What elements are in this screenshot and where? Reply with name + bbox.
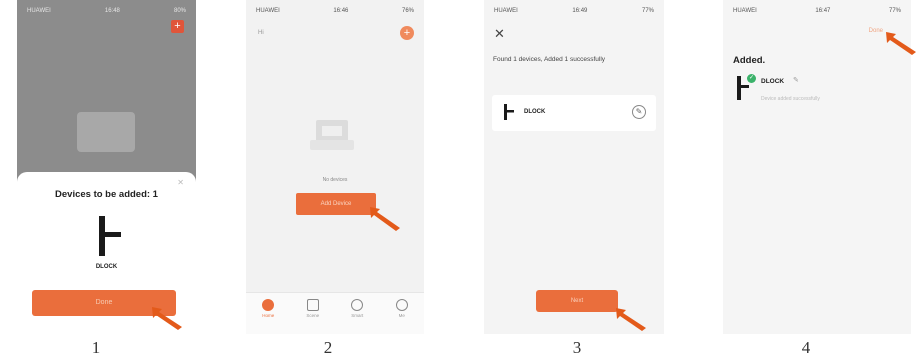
add-device-button[interactable]: Add Device <box>296 193 376 215</box>
clock-label: 16:46 <box>333 8 349 14</box>
scene-icon <box>306 299 319 311</box>
found-devices-message: Found 1 devices, Added 1 successfully <box>493 56 606 63</box>
tab-scene[interactable]: Scene <box>298 299 328 318</box>
close-icon[interactable]: ✕ <box>494 26 505 42</box>
next-button[interactable]: Next <box>536 290 618 312</box>
empty-state-text: No devices <box>322 177 348 183</box>
tab-me[interactable]: Me <box>387 299 417 318</box>
tab-smart[interactable]: Smart <box>342 299 372 318</box>
carrier-label: HUAWEI <box>256 8 280 14</box>
close-icon[interactable]: ✕ <box>177 178 184 187</box>
carrier-label: HUAWEI <box>494 8 518 14</box>
clock-label: 16:49 <box>572 8 588 14</box>
add-device-icon[interactable]: + <box>171 20 184 33</box>
home-title: Hi <box>258 30 264 36</box>
device-status-text: Device added successfully <box>761 96 820 102</box>
battery-label: 80% <box>173 8 186 14</box>
pointer-arrow-icon <box>370 207 400 231</box>
done-link[interactable]: Done <box>869 28 883 34</box>
screen-step-1: HUAWEI 16:48 80% + ✕ Devices to be added… <box>17 0 196 334</box>
clock-label: 16:48 <box>104 8 120 14</box>
tab-home[interactable]: Home <box>253 299 283 318</box>
tab-label: Me <box>398 313 405 318</box>
home-icon <box>262 299 275 311</box>
tab-label: Home <box>262 313 275 318</box>
device-row[interactable]: DLOCK ✎ <box>492 95 656 131</box>
carrier-label: HUAWEI <box>733 8 757 14</box>
status-bar: HUAWEI 16:46 76% <box>246 0 424 22</box>
carrier-label: HUAWEI <box>27 8 51 14</box>
device-name: DLOCK <box>524 109 546 115</box>
profile-icon <box>395 299 408 311</box>
tab-label: Scene <box>306 313 320 318</box>
clock-label: 16:47 <box>815 8 831 14</box>
smart-icon <box>351 299 364 311</box>
bottom-tab-bar: Home Scene Smart Me <box>246 292 424 334</box>
step-number: 2 <box>323 338 333 357</box>
door-lock-icon <box>99 216 121 256</box>
pointer-arrow-icon <box>886 32 916 55</box>
edit-icon[interactable]: ✎ <box>632 105 646 119</box>
tab-label: Smart <box>351 313 364 318</box>
sheet-title: Devices to be added: 1 <box>55 189 158 200</box>
battery-label: 77% <box>888 8 901 14</box>
status-bar: HUAWEI 16:48 80% <box>17 0 196 22</box>
added-heading: Added. <box>733 55 766 66</box>
empty-state-illustration <box>310 120 354 150</box>
battery-label: 77% <box>641 8 654 14</box>
screen-step-2: HUAWEI 16:46 76% Hi + No devices Add Dev… <box>246 0 424 334</box>
pointer-arrow-icon <box>152 307 182 330</box>
status-bar: HUAWEI 16:47 77% <box>723 0 911 22</box>
step-number: 4 <box>801 338 811 357</box>
check-icon: ✓ <box>747 74 756 83</box>
pointer-arrow-icon <box>616 308 646 331</box>
step-number: 1 <box>91 338 101 357</box>
device-name: DLOCK <box>95 264 118 270</box>
status-bar: HUAWEI 16:49 77% <box>484 0 664 22</box>
battery-label: 76% <box>401 8 414 14</box>
device-name: DLOCK <box>761 78 785 85</box>
edit-name-icon[interactable]: ✎ <box>793 76 799 84</box>
screen-step-4: HUAWEI 16:47 77% Done Added. ✓ DLOCK ✎ D… <box>723 0 911 334</box>
step-number: 3 <box>572 338 582 357</box>
blurred-content <box>77 112 135 152</box>
screen-step-3: HUAWEI 16:49 77% ✕ Found 1 devices, Adde… <box>484 0 664 334</box>
door-lock-icon <box>504 104 514 120</box>
plus-icon[interactable]: + <box>400 26 414 40</box>
